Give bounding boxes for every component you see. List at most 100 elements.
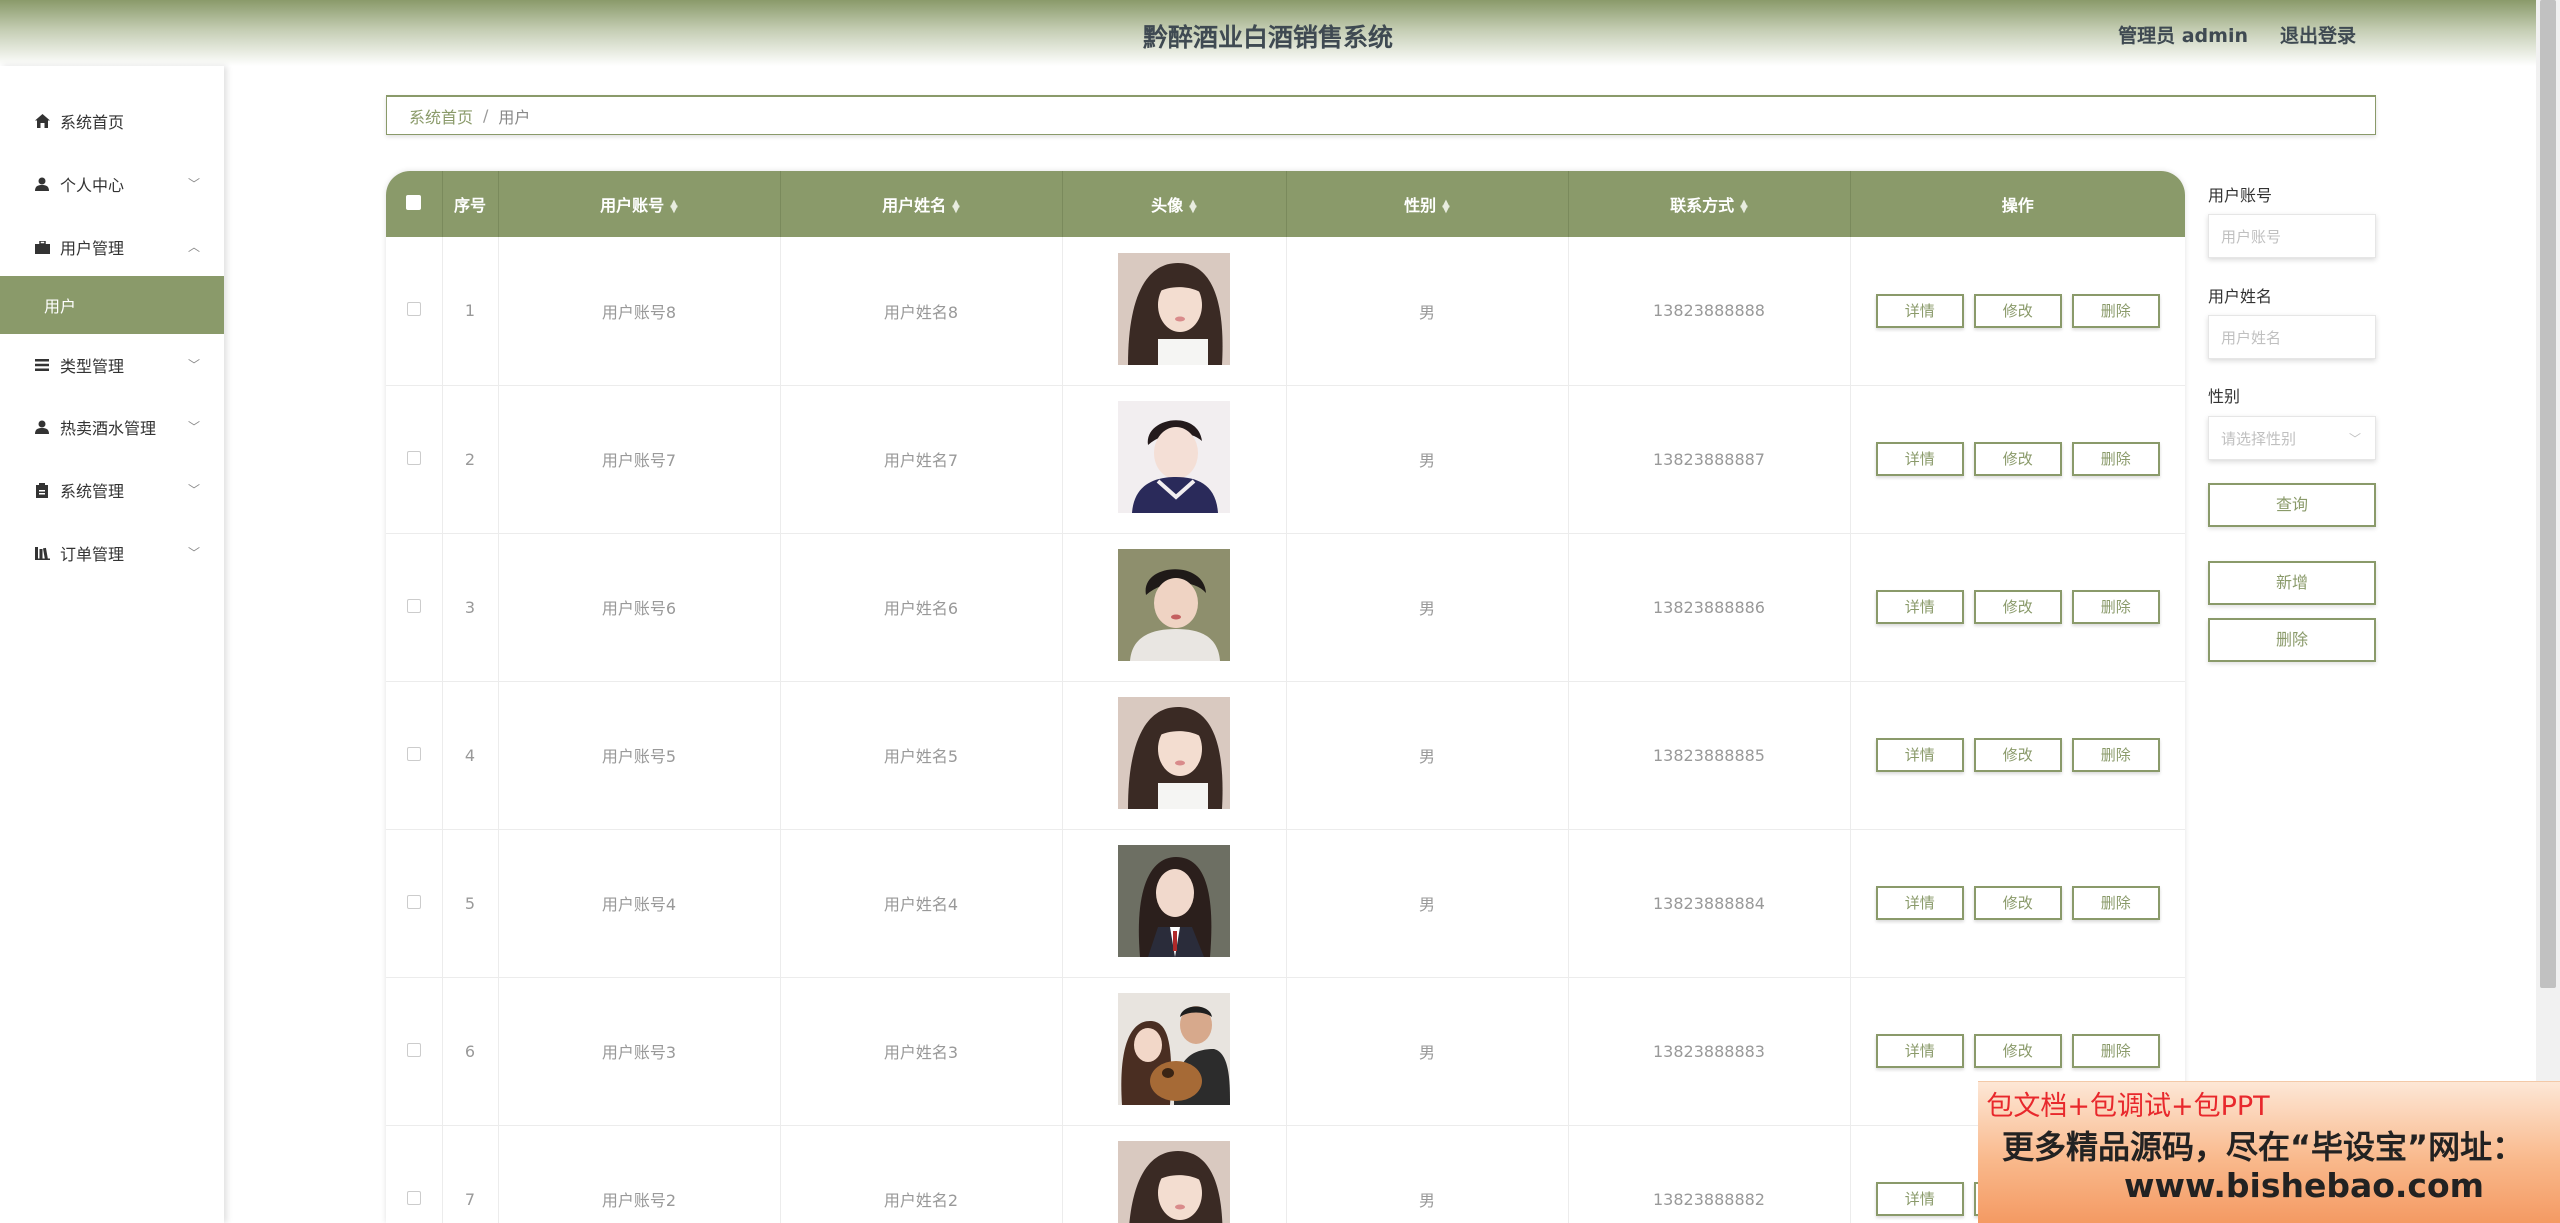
cell-actions: 详情修改删除 — [1850, 385, 2185, 534]
cell-name: 用户姓名6 — [780, 533, 1063, 682]
cell-actions: 详情修改删除 — [1850, 681, 2185, 830]
delete-button[interactable]: 删除 — [2071, 442, 2160, 476]
query-button[interactable]: 查询 — [2208, 483, 2376, 527]
cell-phone: 13823888883 — [1568, 977, 1851, 1126]
sort-icon[interactable]: ▲ ▼ — [1740, 198, 1748, 214]
detail-button[interactable]: 详情 — [1875, 1182, 1964, 1216]
column-header-actions: 操作 — [1850, 171, 2185, 237]
cell-index: 3 — [442, 533, 499, 682]
edit-button[interactable]: 修改 — [1973, 1034, 2062, 1068]
scrollbar-thumb[interactable] — [2540, 0, 2556, 988]
row-checkbox[interactable] — [406, 598, 421, 613]
sidebar-item-label: 订单管理 — [60, 545, 125, 564]
sidebar-item-label: 系统首页 — [60, 113, 125, 132]
table-row: 1 用户账号8 用户姓名8 男 13823888888 详情 修改 删除 — [386, 237, 2185, 386]
column-header-account[interactable]: 用户账号 ▲ ▼ — [498, 171, 781, 237]
library-icon — [34, 545, 50, 561]
detail-button[interactable]: 详情 — [1875, 886, 1964, 920]
edit-button[interactable]: 修改 — [1973, 886, 2062, 920]
sidebar-item-label: 个人中心 — [60, 176, 125, 195]
sidebar-item-orders[interactable]: 订单管理 ﹀ — [0, 533, 224, 573]
row-checkbox[interactable] — [406, 1042, 421, 1057]
logout-link[interactable]: 退出登录 — [2280, 21, 2356, 48]
sidebar-item-system[interactable]: 系统管理 ﹀ — [0, 470, 224, 510]
breadcrumb-home-link[interactable]: 系统首页 — [409, 104, 473, 128]
top-header: 黔醉酒业白酒销售系统 退出登录 管理员 admin — [0, 0, 2536, 66]
sidebar-item-type-management[interactable]: 类型管理 ﹀ — [0, 345, 224, 385]
search-account-input[interactable]: 用户账号 — [2208, 214, 2376, 258]
cell-phone: 13823888882 — [1568, 1125, 1851, 1223]
table-header-row: 序号 用户账号 ▲ ▼ 用户姓名 ▲ ▼ 头像 ▲ ▼ 性别 ▲ ▼ 联系方式 ▲ ▼ 操作 — [386, 171, 2185, 237]
edit-button[interactable]: 修改 — [1973, 442, 2062, 476]
sidebar-item-label: 类型管理 — [60, 357, 125, 376]
delete-button[interactable]: 删除 — [2071, 293, 2160, 328]
ad-banner[interactable]: 包文档+包调试+包PPT 更多精品源码，尽在“毕设宝”网址： www.bishe… — [1978, 1081, 2560, 1223]
row-checkbox[interactable] — [406, 302, 421, 317]
add-button[interactable]: 新增 — [2208, 561, 2376, 605]
row-checkbox[interactable] — [406, 1190, 421, 1205]
detail-button[interactable]: 详情 — [1875, 738, 1964, 772]
batch-delete-button[interactable]: 删除 — [2208, 618, 2376, 662]
cell-gender: 男 — [1286, 1125, 1569, 1223]
sort-icon[interactable]: ▲ ▼ — [670, 198, 678, 214]
sidebar-item-home[interactable]: 系统首页 — [0, 101, 224, 141]
search-account-label: 用户账号 — [2208, 186, 2273, 205]
column-header-phone[interactable]: 联系方式 ▲ ▼ — [1568, 171, 1851, 237]
cell-account: 用户账号5 — [498, 681, 781, 830]
sidebar-item-hot-liquor[interactable]: 热卖酒水管理 ﹀ — [0, 407, 224, 447]
row-checkbox[interactable] — [406, 450, 421, 465]
sidebar-item-profile[interactable]: 个人中心 ﹀ — [0, 164, 224, 204]
cell-index: 6 — [442, 977, 499, 1126]
column-header-name[interactable]: 用户姓名 ▲ ▼ — [780, 171, 1063, 237]
delete-button[interactable]: 删除 — [2071, 1034, 2160, 1068]
cell-name: 用户姓名2 — [780, 1125, 1063, 1223]
edit-button[interactable]: 修改 — [1973, 738, 2062, 772]
column-header-gender[interactable]: 性别 ▲ ▼ — [1286, 171, 1569, 237]
edit-button[interactable]: 修改 — [1973, 293, 2062, 328]
column-header-label: 性别 — [1404, 196, 1437, 215]
cell-name: 用户姓名5 — [780, 681, 1063, 830]
search-name-label: 用户姓名 — [2208, 287, 2273, 306]
cell-avatar — [1062, 533, 1287, 682]
ad-line-1: 包文档+包调试+包PPT — [1986, 1091, 2270, 1122]
cell-avatar — [1062, 237, 1287, 386]
sort-icon[interactable]: ▲ ▼ — [1442, 198, 1450, 214]
row-checkbox[interactable] — [406, 894, 421, 909]
cell-account: 用户账号7 — [498, 385, 781, 534]
table-row: 7用户账号2用户姓名2男13823888882详情修改删除 — [386, 1125, 2185, 1223]
edit-button[interactable]: 修改 — [1973, 590, 2062, 624]
cell-name: 用户姓名7 — [780, 385, 1063, 534]
list-icon — [34, 357, 50, 373]
detail-button[interactable]: 详情 — [1875, 590, 1964, 624]
column-header-avatar[interactable]: 头像 ▲ ▼ — [1062, 171, 1287, 237]
cell-phone: 13823888885 — [1568, 681, 1851, 830]
row-checkbox-cell — [386, 385, 443, 534]
delete-button[interactable]: 删除 — [2071, 738, 2160, 772]
avatar — [1118, 845, 1230, 957]
sidebar-item-users[interactable]: 用户 — [0, 276, 224, 334]
avatar — [1118, 697, 1230, 809]
search-gender-select[interactable]: 请选择性别 ﹀ — [2208, 416, 2376, 460]
detail-button[interactable]: 详情 — [1875, 442, 1964, 476]
avatar — [1118, 993, 1230, 1105]
page-scrollbar[interactable] — [2536, 0, 2560, 1223]
sidebar-item-label: 热卖酒水管理 — [60, 419, 157, 438]
search-name-input[interactable]: 用户姓名 — [2208, 315, 2376, 359]
user-table-container: 序号 用户账号 ▲ ▼ 用户姓名 ▲ ▼ 头像 ▲ ▼ 性别 ▲ ▼ 联系方式 ▲ ▼ 操作 1 用户… — [386, 171, 2185, 1223]
column-header-label: 用户账号 — [600, 196, 665, 215]
table-body: 1 用户账号8 用户姓名8 男 13823888888 详情 修改 删除 2 用户账号7 用户姓名7… — [386, 237, 2185, 1223]
cell-avatar — [1062, 385, 1287, 534]
cell-actions: 详情修改删除 — [1850, 829, 2185, 978]
delete-button[interactable]: 删除 — [2071, 886, 2160, 920]
row-checkbox[interactable] — [406, 746, 421, 761]
sidebar-item-user-management[interactable]: 用户管理 ︿ — [0, 227, 224, 267]
clipboard-icon — [34, 482, 50, 498]
cell-gender: 男 — [1286, 237, 1569, 386]
select-all-checkbox[interactable] — [406, 194, 422, 210]
delete-button[interactable]: 删除 — [2071, 590, 2160, 624]
sort-icon[interactable]: ▲ ▼ — [1189, 198, 1197, 214]
detail-button[interactable]: 详情 — [1875, 293, 1964, 328]
detail-button[interactable]: 详情 — [1875, 1034, 1964, 1068]
sort-icon[interactable]: ▲ ▼ — [952, 198, 960, 214]
cell-phone: 13823888886 — [1568, 533, 1851, 682]
